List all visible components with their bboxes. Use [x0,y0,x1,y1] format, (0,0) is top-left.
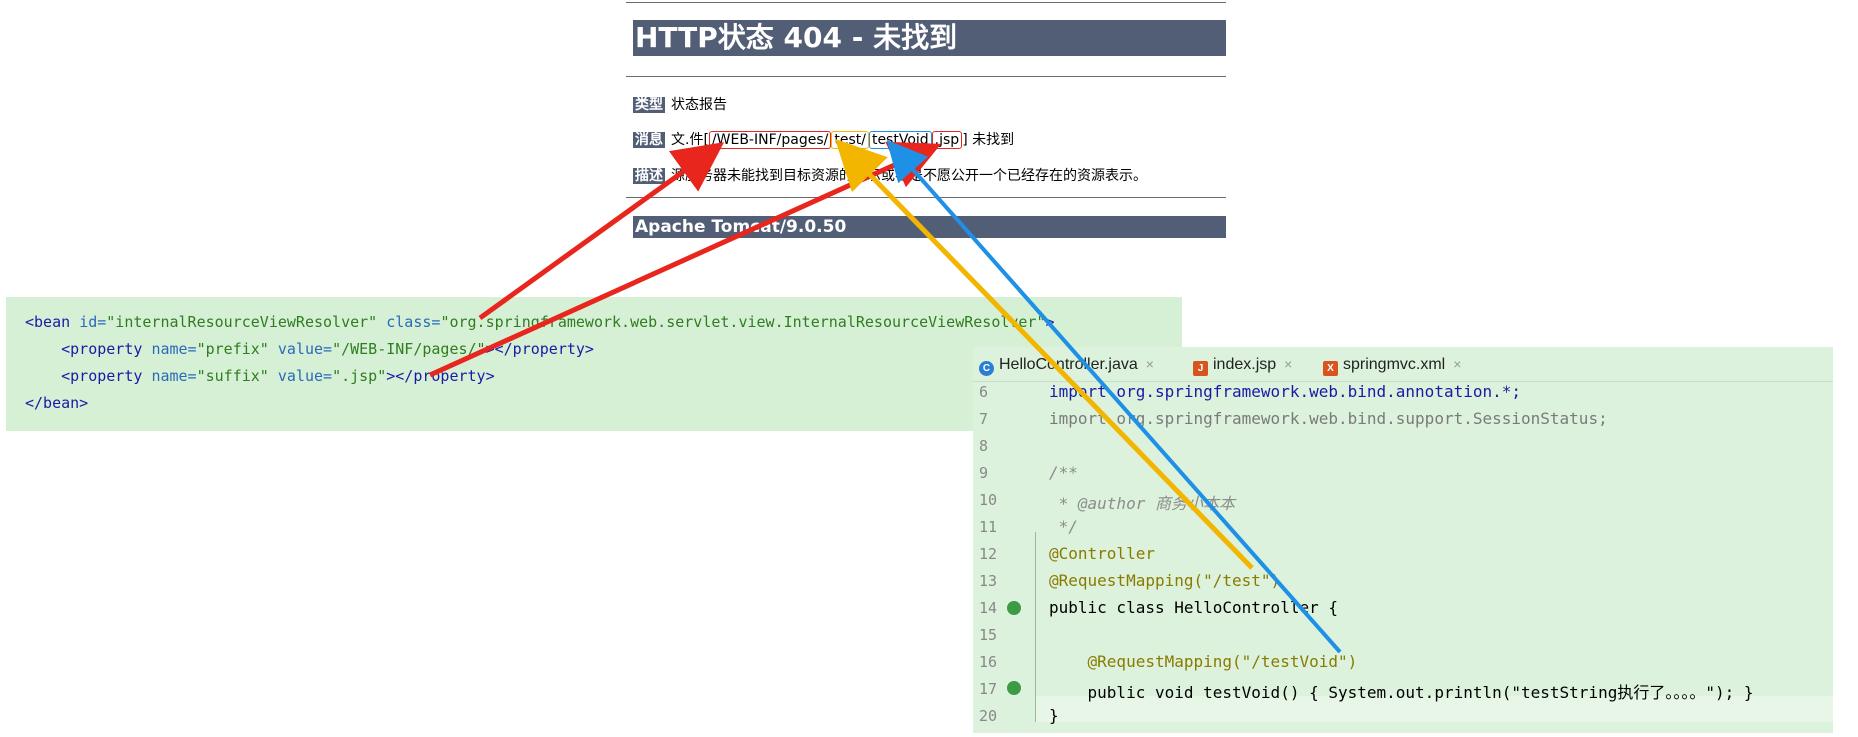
test-mapping-arrow [835,138,1254,570]
prefix-arrow [478,142,725,321]
annotation-arrows [428,138,1342,654]
testvoid-mapping-arrow [886,140,1342,654]
suffix-arrow [428,141,942,378]
